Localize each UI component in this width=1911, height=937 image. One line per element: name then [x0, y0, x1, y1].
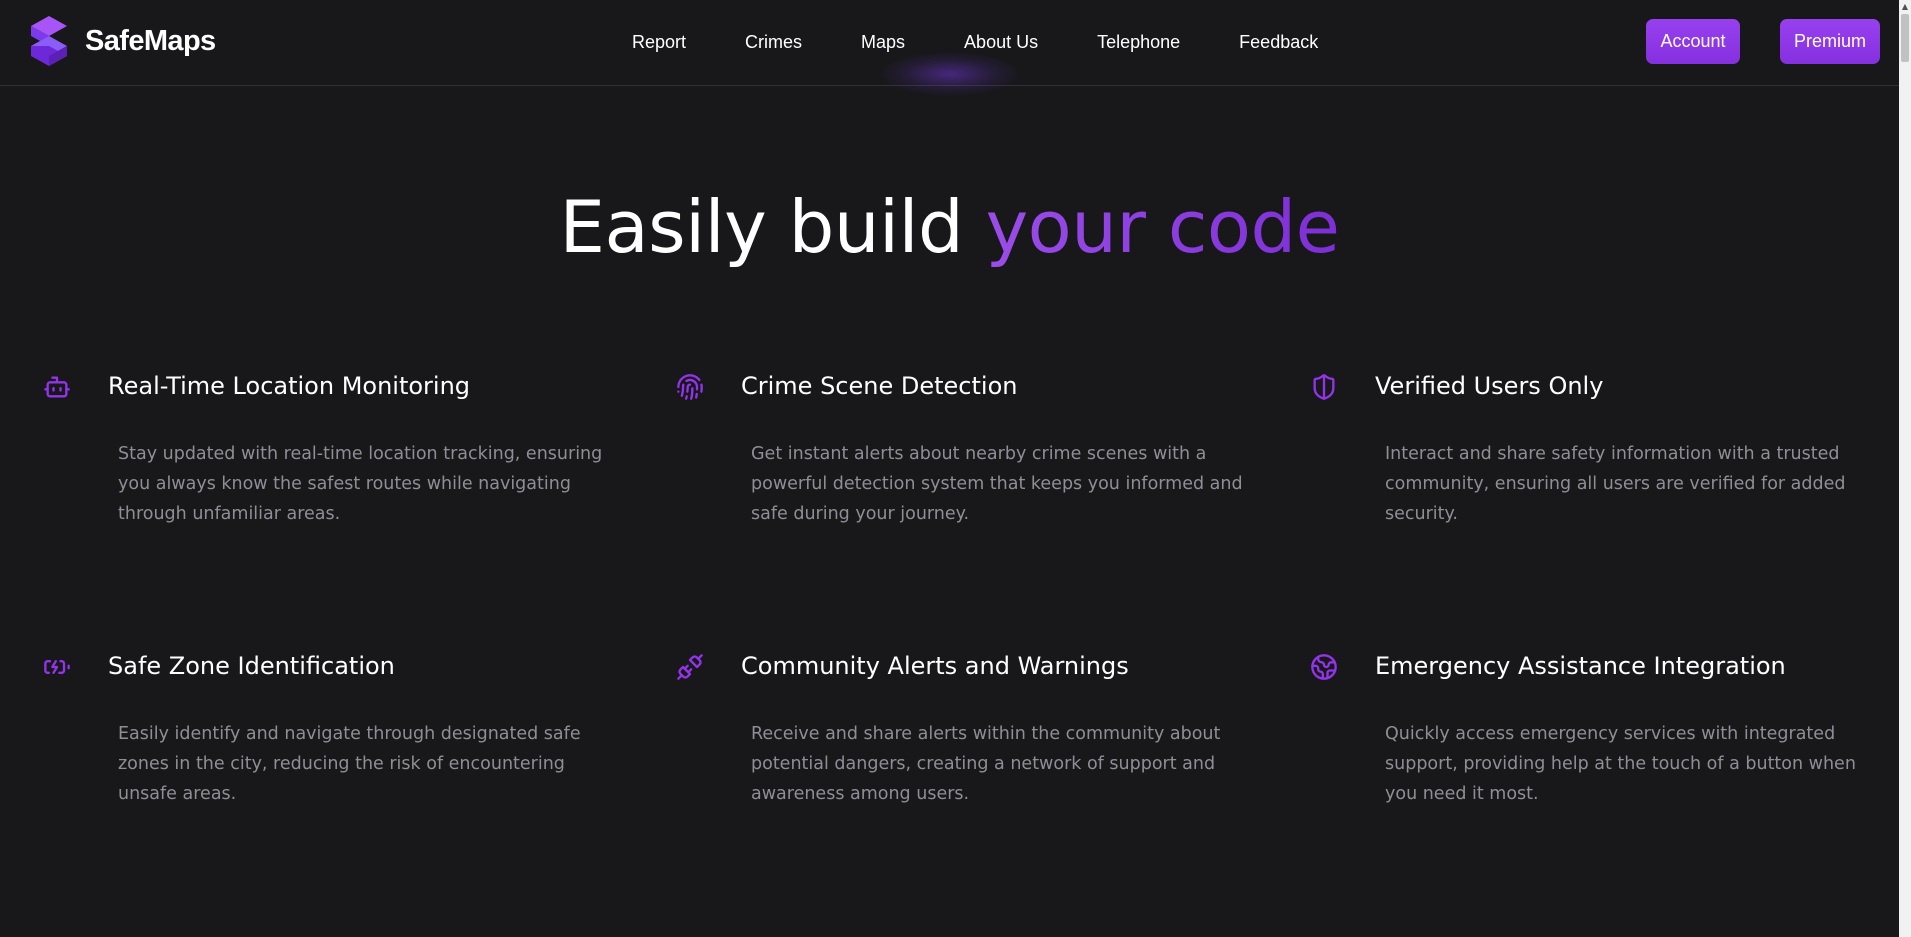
brand-logo-link[interactable]: SafeMaps [31, 15, 216, 67]
brand-logo-icon [31, 16, 67, 66]
nav-item-maps[interactable]: Maps [861, 32, 905, 53]
premium-button[interactable]: Premium [1780, 19, 1880, 64]
fingerprint-icon [676, 373, 704, 401]
hero-title: Easily build your code [0, 182, 1899, 272]
site-header: SafeMaps Report Crimes Maps About Us Tel… [0, 0, 1899, 86]
feature-title: Verified Users Only [1375, 372, 1604, 400]
feature-description: Interact and share safety information wi… [1385, 444, 1846, 524]
nav-item-report[interactable]: Report [632, 32, 686, 53]
robot-icon [43, 373, 71, 401]
hero-title-white: Easily build [559, 185, 986, 269]
plug-icon [676, 653, 704, 681]
nav-item-about-us[interactable]: About Us [964, 32, 1038, 53]
feature-card: Community Alerts and Warnings Receive an… [669, 650, 1229, 850]
feature-card: Safe Zone Identification Easily identify… [36, 650, 596, 850]
feature-title: Emergency Assistance Integration [1375, 652, 1786, 680]
feature-description: Easily identify and navigate through des… [118, 724, 581, 804]
feature-card: Real-Time Location Monitoring Stay updat… [36, 370, 602, 570]
page: SafeMaps Report Crimes Maps About Us Tel… [0, 0, 1899, 937]
scroll-up-arrow-icon[interactable]: ▲ [1899, 0, 1911, 12]
feature-card: Crime Scene Detection Get instant alerts… [669, 370, 1243, 570]
feature-card: Emergency Assistance Integration Quickly… [1303, 650, 1863, 850]
shield-icon [1310, 373, 1338, 401]
feature-title: Crime Scene Detection [741, 372, 1018, 400]
nav-item-crimes[interactable]: Crimes [745, 32, 802, 53]
feature-title: Safe Zone Identification [108, 652, 395, 680]
feature-title: Real-Time Location Monitoring [108, 372, 471, 400]
feature-card: Verified Users Only Interact and share s… [1303, 370, 1863, 570]
main-nav: Report Crimes Maps About Us Telephone Fe… [614, 28, 1318, 56]
feature-title: Community Alerts and Warnings [741, 652, 1129, 680]
hero-title-accent: your code [985, 185, 1340, 269]
nav-item-telephone[interactable]: Telephone [1097, 32, 1180, 53]
battery-charging-icon [43, 653, 71, 681]
globe-icon [1310, 653, 1338, 681]
feature-description: Quickly access emergency services with i… [1385, 724, 1856, 804]
scrollbar-thumb[interactable] [1901, 14, 1909, 62]
brand-name: SafeMaps [85, 24, 216, 57]
feature-description: Stay updated with real-time location tra… [118, 444, 603, 524]
feature-description: Receive and share alerts within the comm… [751, 724, 1221, 804]
feature-description: Get instant alerts about nearby crime sc… [751, 444, 1243, 524]
account-button[interactable]: Account [1646, 19, 1740, 64]
nav-item-feedback[interactable]: Feedback [1239, 32, 1318, 53]
vertical-scrollbar[interactable]: ▲ [1899, 0, 1911, 937]
